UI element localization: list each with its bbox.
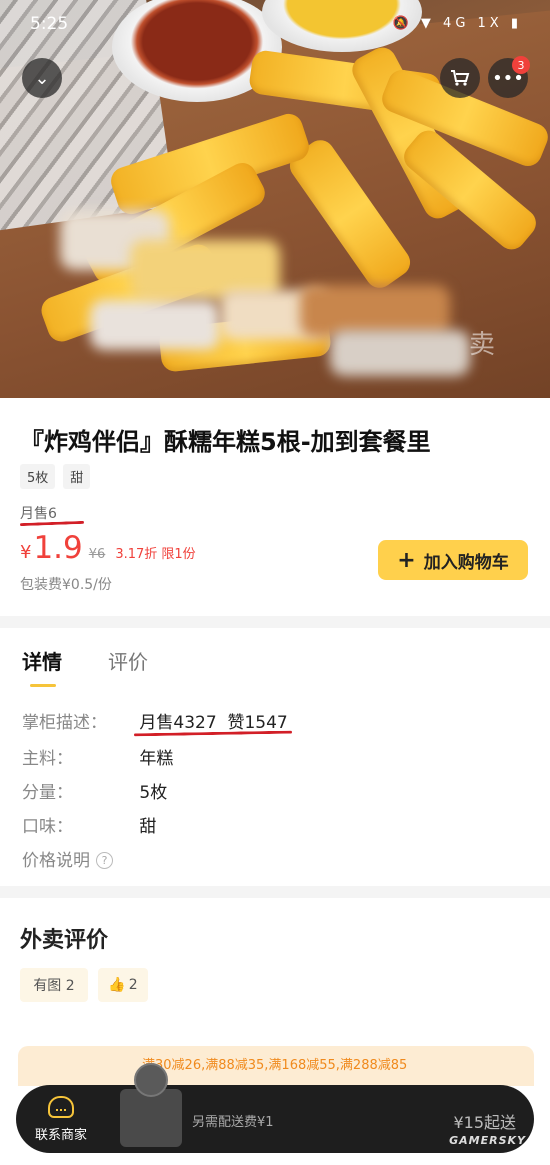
chevron-down-icon: ⌄: [34, 67, 50, 89]
chat-icon: [48, 1095, 74, 1118]
tab-reviews[interactable]: 评价: [108, 646, 148, 675]
gamersky-watermark: GAMERSKY: [449, 1134, 526, 1147]
price-row: ¥ 1.9 ¥6 3.17折 限1份: [20, 530, 196, 566]
detail-value: 月售4327 赞1547: [139, 713, 288, 733]
tag-flavor: 甜: [63, 464, 91, 489]
add-to-cart-button[interactable]: + 加入购物车: [378, 540, 528, 580]
status-icons: 🔕 ▼ 4G 1X ▮: [392, 16, 522, 31]
reviews-title: 外卖评价: [20, 928, 109, 953]
status-bar: 5:25 🔕 ▼ 4G 1X ▮: [0, 0, 550, 46]
detail-row-portion: 分量： 5枚: [22, 778, 167, 803]
cart-icon: [451, 70, 470, 86]
detail-value: 甜: [139, 817, 157, 837]
mosaic-blur: [330, 330, 470, 376]
cart-button[interactable]: [440, 58, 480, 98]
bottom-bar: 联系商家 另需配送费¥1 ¥15起送 GAMERSKY: [16, 1063, 534, 1153]
product-photo: 卖 5:25 🔕 ▼ 4G 1X ▮ ⌄ ••• 3: [0, 0, 550, 398]
bag-mascot: [134, 1063, 168, 1097]
contact-merchant-button[interactable]: 联系商家: [16, 1085, 106, 1153]
detail-label: 口味：: [22, 817, 73, 837]
detail-value: 年糕: [139, 749, 174, 769]
status-time: 5:25: [30, 14, 69, 34]
mosaic-blur: [90, 300, 220, 350]
detail-value: 5枚: [139, 783, 168, 803]
thumbs-up-icon: 👍: [108, 977, 126, 993]
chip-label: 有图 2: [33, 978, 75, 994]
help-icon[interactable]: ?: [96, 852, 113, 869]
monthly-sales: 月售6: [20, 506, 57, 522]
contact-label: 联系商家: [34, 1127, 87, 1143]
price-currency: ¥: [20, 542, 32, 563]
original-price: ¥6: [88, 547, 106, 562]
page: 卖 5:25 🔕 ▼ 4G 1X ▮ ⌄ ••• 3 『炸鸡伴侣』酥糯年糕5根-…: [0, 0, 550, 1165]
active-tab-indicator: [30, 684, 56, 687]
detail-row-flavor: 口味： 甜: [22, 812, 156, 837]
detail-row-ingredient: 主料： 年糕: [22, 744, 173, 769]
shopping-bag-icon[interactable]: [120, 1063, 182, 1147]
chip-label: 2: [128, 977, 138, 993]
notification-badge: 3: [512, 56, 530, 74]
plus-icon: +: [397, 547, 416, 573]
product-tags: 5枚 甜: [20, 464, 91, 489]
detail-section: 详情 评价 掌柜描述： 月售4327 赞1547 主料： 年糕 分量： 5枚 口…: [0, 628, 550, 886]
collapse-button[interactable]: ⌄: [22, 58, 62, 98]
tab-details[interactable]: 详情: [22, 646, 62, 675]
packing-fee: 包装费¥0.5/份: [20, 577, 112, 593]
current-price: 1.9: [33, 530, 83, 566]
min-order-amount[interactable]: ¥15起送: [453, 1109, 516, 1133]
bag-body: [120, 1089, 182, 1147]
price-note-label: 价格说明: [22, 851, 90, 871]
product-info: 『炸鸡伴侣』酥糯年糕5根-加到套餐里 5枚 甜 月售6 ¥ 1.9 ¥6 3.1…: [0, 398, 550, 616]
tag-quantity: 5枚: [20, 464, 56, 489]
add-to-cart-label: 加入购物车: [423, 552, 509, 573]
filter-likes[interactable]: 👍 2: [98, 968, 148, 1002]
detail-label: 主料：: [22, 749, 73, 769]
reviews-section: 外卖评价 有图 2 👍 2 满30减26,满88减35,满168减55,满288…: [0, 898, 550, 1165]
discount-info: 3.17折 限1份: [115, 547, 196, 562]
detail-row-description: 掌柜描述： 月售4327 赞1547: [22, 708, 288, 733]
detail-label: 分量：: [22, 783, 73, 803]
watermark-text: 卖: [468, 330, 495, 360]
price-note-row[interactable]: 价格说明?: [22, 846, 113, 871]
extra-delivery-fee: 另需配送费¥1: [192, 1115, 274, 1130]
product-title: 『炸鸡伴侣』酥糯年糕5根-加到套餐里: [20, 428, 431, 456]
detail-label: 掌柜描述：: [22, 713, 107, 733]
filter-with-photos[interactable]: 有图 2: [20, 968, 88, 1002]
